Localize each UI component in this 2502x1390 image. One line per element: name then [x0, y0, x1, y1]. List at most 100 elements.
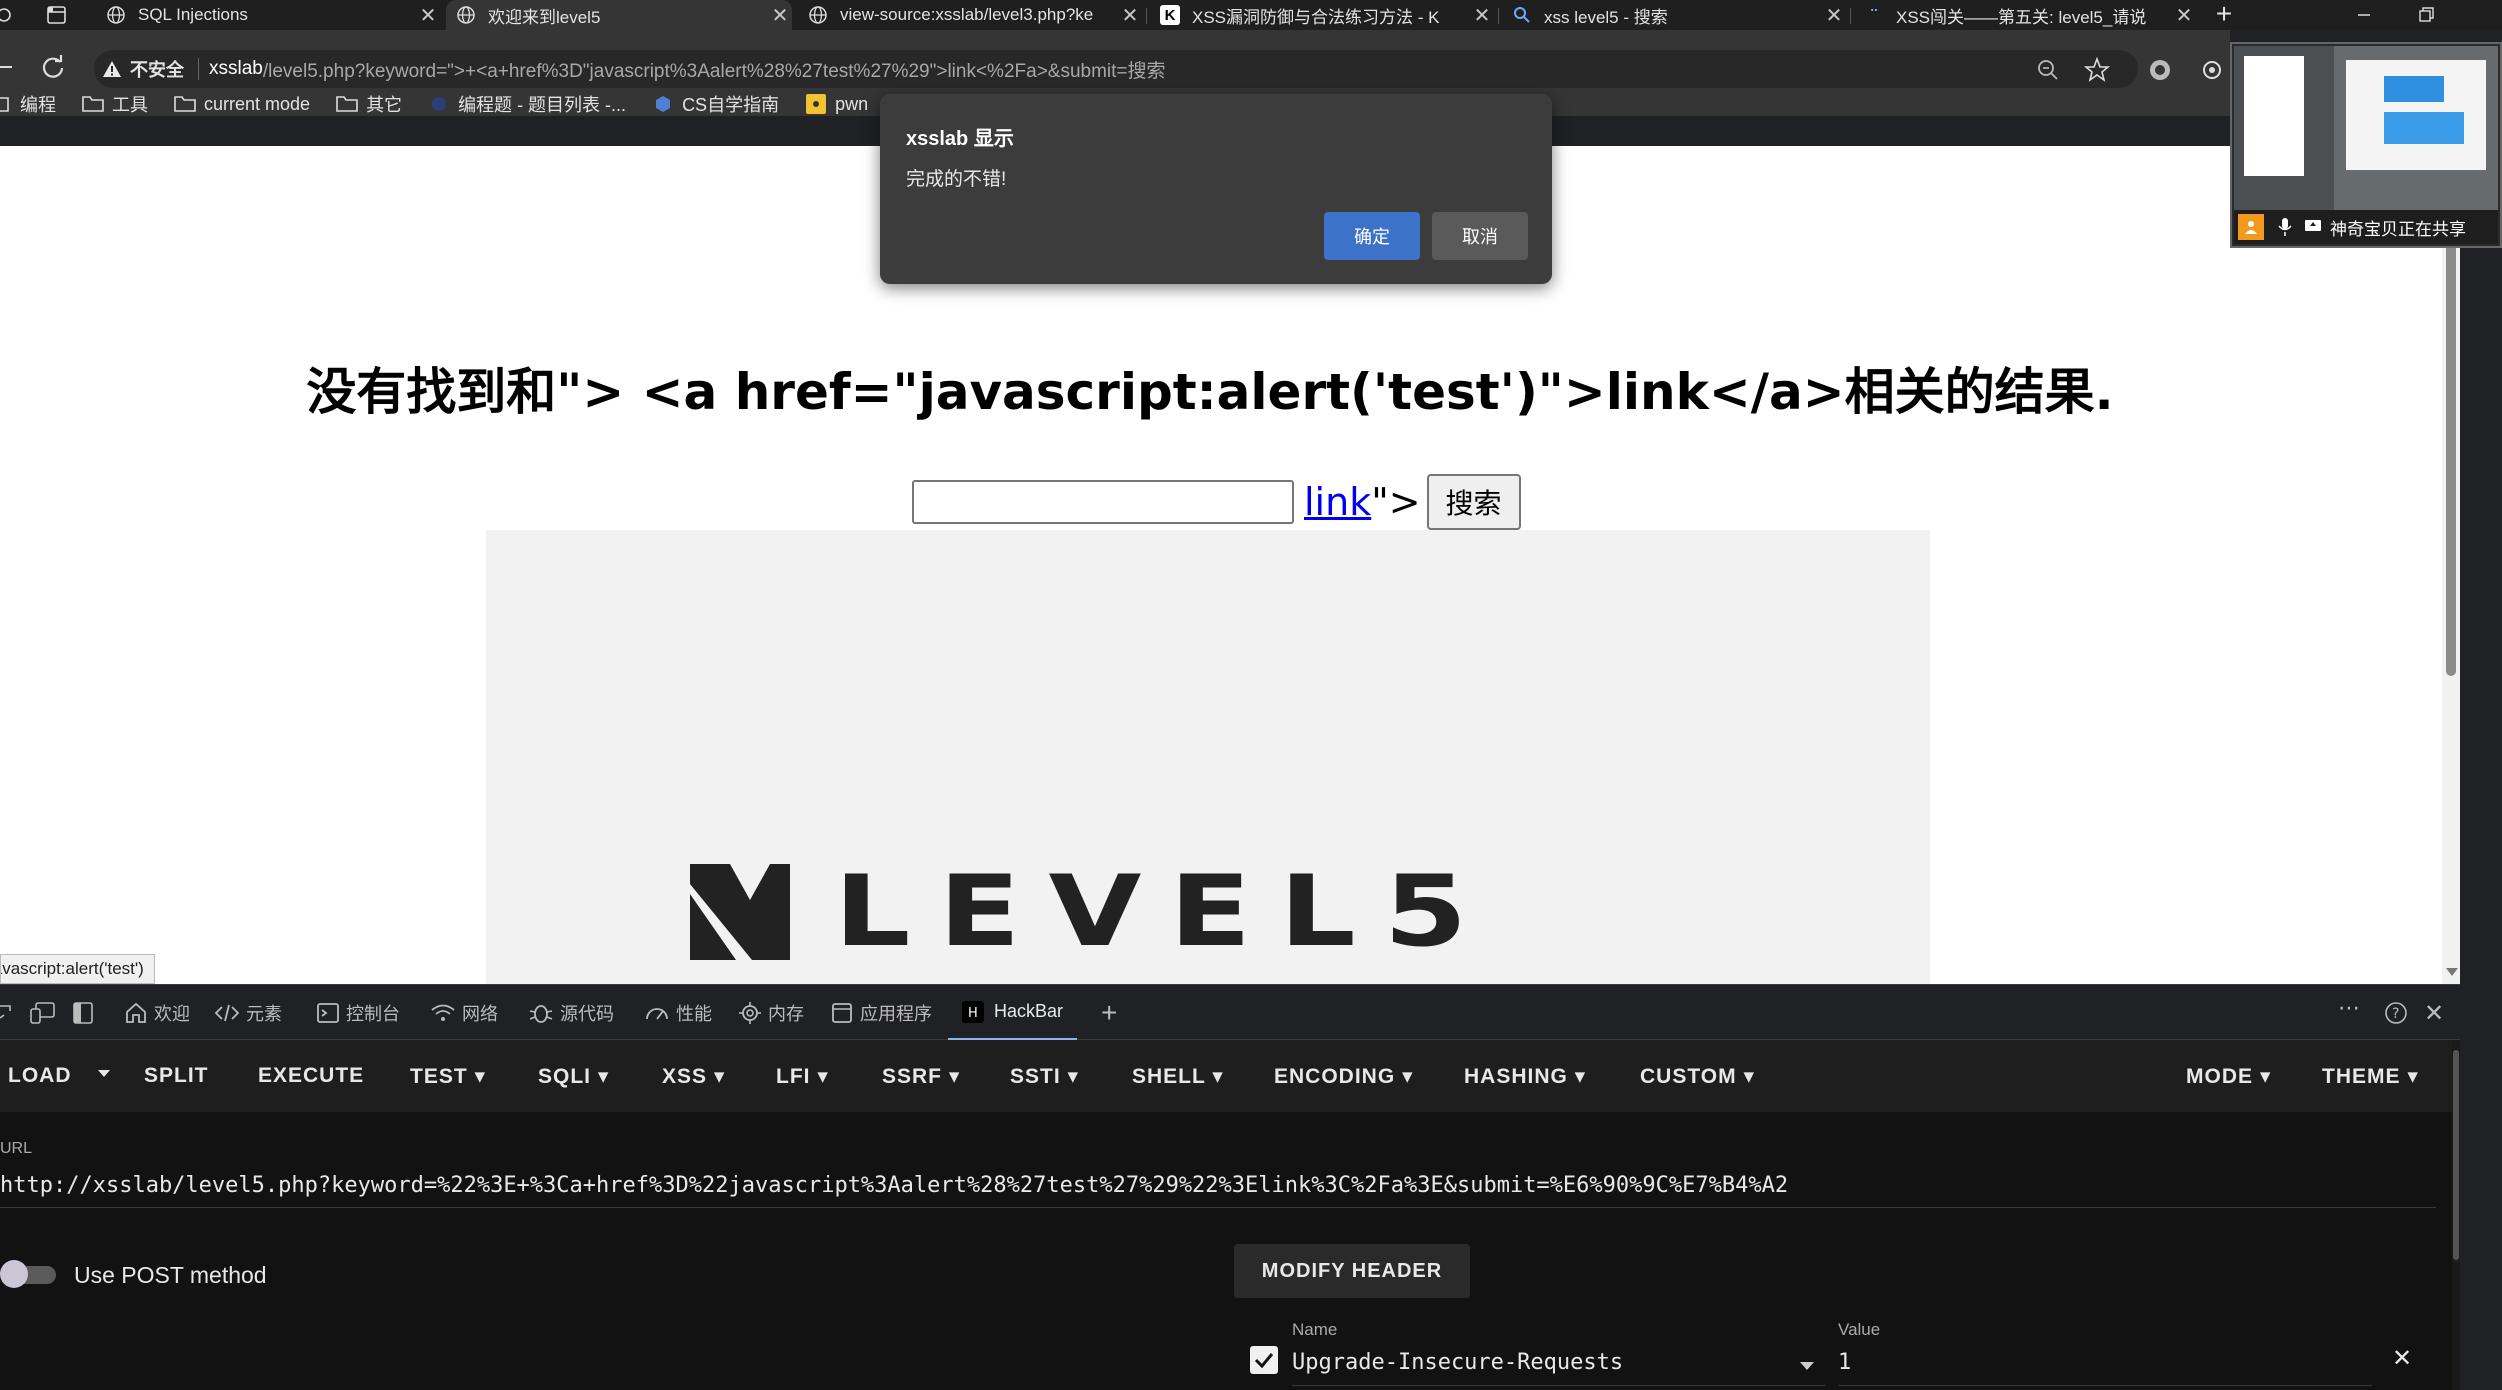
ssrf-menu[interactable]: SSRF ▾ — [882, 1064, 960, 1089]
cube-icon — [652, 95, 674, 113]
url-input[interactable]: http://xsslab/level5.php?keyword=%22%3E+… — [0, 1168, 2436, 1208]
not-secure-label[interactable]: 不安全 — [130, 56, 184, 82]
bookmark-pwn[interactable]: pwn — [805, 94, 868, 115]
search-input[interactable] — [912, 480, 1294, 524]
bookmark-folder-current-mode[interactable]: current mode — [174, 94, 310, 115]
theme-menu[interactable]: THEME ▾ — [2322, 1064, 2419, 1089]
new-tab-button[interactable]: + — [2206, 0, 2242, 30]
extension-record-icon[interactable] — [2148, 58, 2172, 82]
close-devtools-icon[interactable]: ✕ — [2424, 999, 2444, 1028]
devtools-tab-console[interactable]: 控制台 — [316, 1000, 400, 1026]
tab-xss-level5-csdn[interactable]: ⠉ XSS闯关——第五关: level5_请说 ✕ — [1856, 0, 2196, 30]
address-bar[interactable]: 不安全 xsslab /level5.php?keyword=">+<a+hre… — [94, 50, 2138, 88]
screen-share-preview[interactable]: 神奇宝贝正在共享 — [2230, 42, 2502, 248]
custom-menu[interactable]: CUSTOM ▾ — [1640, 1064, 1755, 1089]
search-icon — [1512, 5, 1532, 25]
header-enabled-checkbox[interactable] — [1250, 1346, 1278, 1374]
post-toggle[interactable] — [0, 1258, 56, 1290]
window-menu-icon[interactable] — [0, 5, 14, 25]
tab-view-source[interactable]: view-source:xsslab/level3.php?ke ✕ — [800, 0, 1142, 30]
mode-menu[interactable]: MODE ▾ — [2186, 1064, 2271, 1089]
close-tab-icon[interactable]: ✕ — [1470, 3, 1494, 28]
injected-text: "> — [1371, 480, 1421, 524]
bookmark-folder-other[interactable]: 其它 — [336, 91, 402, 117]
memory-icon — [738, 1001, 762, 1025]
tab-xss-defense[interactable]: K XSS漏洞防御与合法练习方法 - K ✕ — [1152, 0, 1494, 30]
devtools-tab-label: 源代码 — [560, 1004, 614, 1024]
bookmark-label: pwn — [835, 93, 869, 114]
tab-label: XSS漏洞防御与合法练习方法 - K — [1192, 7, 1440, 27]
devtools-tab-welcome[interactable]: 欢迎 — [124, 1000, 190, 1026]
ok-button[interactable]: 确定 — [1324, 212, 1420, 260]
tab-level5[interactable]: 欢迎来到level5 ✕ — [446, 0, 792, 30]
execute-button[interactable]: EXECUTE — [258, 1064, 364, 1088]
minimize-button[interactable] — [2344, 0, 2384, 30]
close-tab-icon[interactable]: ✕ — [1118, 3, 1142, 28]
ssti-menu[interactable]: SSTI ▾ — [1010, 1064, 1079, 1089]
tab-sql-injections[interactable]: SQL Injections ✕ — [98, 0, 440, 30]
close-tab-icon[interactable]: ✕ — [2172, 3, 2196, 28]
injected-link[interactable]: link — [1304, 480, 1371, 524]
devtools-tab-elements[interactable]: 元素 — [214, 1000, 282, 1026]
bookmark-folder-tools[interactable]: 工具 — [82, 91, 148, 117]
hackbar-scrollbar[interactable] — [2452, 1040, 2460, 1390]
bookmark-folder-coding[interactable]: 编程 — [0, 91, 56, 117]
devtools-tab-application[interactable]: 应用程序 — [830, 1000, 932, 1026]
close-tab-icon[interactable]: ✕ — [1822, 3, 1846, 28]
devtools-tab-performance[interactable]: 性能 — [644, 1000, 712, 1026]
bookmark-star-icon[interactable] — [2083, 56, 2111, 83]
search-button[interactable]: 搜索 — [1426, 474, 1521, 530]
pwn-icon — [805, 94, 827, 114]
reload-icon[interactable] — [38, 52, 68, 82]
dialog-message: 完成的不错! — [906, 169, 1007, 190]
load-button[interactable]: LOAD — [8, 1064, 72, 1088]
zoom-icon[interactable] — [2036, 58, 2060, 82]
device-toolbar-icon[interactable] — [30, 1001, 56, 1025]
warning-icon[interactable] — [102, 59, 122, 79]
help-icon[interactable]: ? — [2384, 1001, 2408, 1025]
microphone-icon[interactable] — [2274, 216, 2296, 238]
lfi-menu[interactable]: LFI ▾ — [776, 1064, 829, 1089]
header-name-label: Name — [1292, 1320, 1338, 1339]
header-value-input[interactable]: 1 — [1838, 1346, 2372, 1386]
hashing-menu[interactable]: HASHING ▾ — [1464, 1064, 1586, 1089]
globe-icon — [456, 5, 476, 25]
restore-button[interactable] — [2406, 0, 2446, 30]
more-options-icon[interactable]: ⋯ — [2338, 995, 2360, 1021]
tab-actions-icon[interactable] — [46, 5, 68, 25]
bookmark-cs-guide[interactable]: CS自学指南 — [652, 91, 779, 117]
cancel-button[interactable]: 取消 — [1432, 212, 1528, 260]
test-menu[interactable]: TEST ▾ — [410, 1064, 486, 1089]
tab-xss-search[interactable]: xss level5 - 搜索 ✕ — [1504, 0, 1846, 30]
close-tab-icon[interactable]: ✕ — [768, 3, 792, 28]
bookmark-coding-problems[interactable]: 编程题 - 题目列表 -... — [428, 91, 626, 117]
gauge-icon — [644, 1001, 670, 1025]
scroll-down-icon[interactable] — [2446, 968, 2458, 976]
inspect-element-icon[interactable] — [0, 1003, 14, 1023]
close-tab-icon[interactable]: ✕ — [416, 3, 440, 28]
sqli-menu[interactable]: SQLI ▾ — [538, 1064, 609, 1089]
header-name-input[interactable]: Upgrade-Insecure-Requests — [1292, 1346, 1826, 1386]
omnibox-divider — [198, 58, 199, 80]
header-name-dropdown-icon[interactable] — [1800, 1362, 1814, 1370]
encoding-menu[interactable]: ENCODING ▾ — [1274, 1064, 1414, 1089]
page-scrollbar[interactable] — [2442, 146, 2460, 984]
svg-text:H: H — [968, 1006, 978, 1021]
load-dropdown-icon[interactable] — [98, 1070, 110, 1077]
shell-menu[interactable]: SHELL ▾ — [1132, 1064, 1224, 1089]
devtools-tab-sources[interactable]: 源代码 — [528, 1000, 614, 1026]
modify-header-button[interactable]: MODIFY HEADER — [1234, 1244, 1470, 1298]
xss-menu[interactable]: XSS ▾ — [662, 1064, 725, 1089]
tab-label: SQL Injections — [138, 5, 248, 24]
scroll-thumb[interactable] — [2446, 186, 2456, 676]
extensions-icon[interactable] — [2200, 58, 2224, 82]
devtools-tab-network[interactable]: 网络 — [430, 1000, 498, 1026]
share-thumbnail — [2234, 46, 2498, 210]
dock-side-icon[interactable] — [72, 1001, 96, 1025]
devtools-tab-memory[interactable]: 内存 — [738, 1000, 804, 1026]
back-icon[interactable] — [0, 52, 16, 82]
remove-header-icon[interactable]: ✕ — [2392, 1344, 2412, 1373]
devtools-tab-hackbar[interactable]: H HackBar — [948, 985, 1078, 1041]
add-panel-button[interactable]: + — [1101, 997, 1117, 1029]
split-button[interactable]: SPLIT — [144, 1064, 209, 1088]
